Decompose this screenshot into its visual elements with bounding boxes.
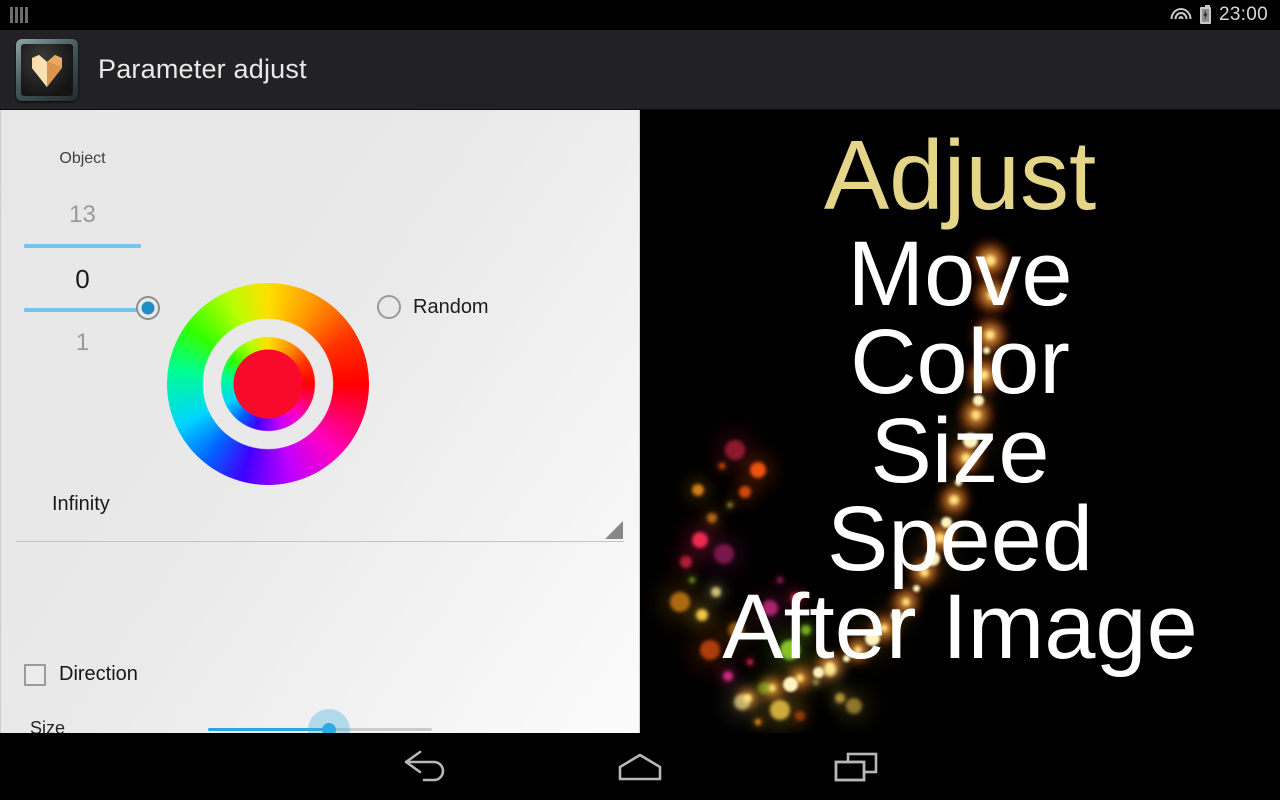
- object-value-above[interactable]: 13: [24, 194, 141, 236]
- splash-line-size: Size: [870, 399, 1050, 502]
- status-bar-left: [10, 7, 28, 23]
- picker-divider-bottom: [24, 308, 141, 312]
- back-icon[interactable]: [398, 750, 450, 789]
- infinity-spinner-value: Infinity: [52, 493, 110, 515]
- signal-bars-icon: [10, 7, 28, 23]
- android-screen: 23:00 Parameter adjust Object 13 0 1 Ran…: [0, 0, 1280, 800]
- object-value-below[interactable]: 1: [24, 322, 141, 364]
- random-radio[interactable]: [377, 295, 401, 319]
- home-icon[interactable]: [614, 751, 666, 788]
- random-radio-row[interactable]: Random: [377, 295, 489, 319]
- picker-divider-top: [24, 244, 141, 248]
- random-radio-label: Random: [413, 295, 489, 318]
- size-slider-thumb[interactable]: [321, 722, 336, 733]
- size-slider-track[interactable]: [208, 722, 432, 733]
- splash-line-adjust: Adjust: [823, 120, 1097, 230]
- object-picker-label: Object: [59, 150, 106, 167]
- dropdown-triangle-icon: [605, 521, 623, 539]
- object-number-picker[interactable]: Object 13 0 1: [24, 150, 141, 364]
- splash-line-speed: Speed: [826, 488, 1094, 591]
- direction-checkbox-label: Direction: [59, 663, 138, 685]
- direction-checkbox-row[interactable]: Direction: [24, 663, 138, 686]
- status-bar-right: 23:00: [1170, 4, 1268, 26]
- selected-color-swatch[interactable]: [233, 349, 303, 419]
- recents-icon[interactable]: [832, 751, 882, 788]
- direction-checkbox[interactable]: [24, 663, 46, 686]
- object-value-selected[interactable]: 0: [24, 258, 141, 300]
- status-bar-clock: 23:00: [1218, 4, 1268, 25]
- splash-line-color: Color: [850, 311, 1070, 414]
- hue-color-wheel[interactable]: [167, 283, 369, 485]
- splash-line-after-image: After Image: [722, 576, 1198, 679]
- battery-charging-icon: [1199, 4, 1211, 24]
- size-slider-label: Size: [30, 718, 66, 733]
- splash-text-block: Adjust Move Color Size Speed After Image: [640, 110, 1280, 733]
- navigation-bar: [0, 733, 1280, 800]
- settings-panel: Object 13 0 1 Random Infinity Direction: [0, 110, 640, 733]
- page-title: Parameter adjust: [98, 54, 307, 84]
- preview-pane[interactable]: Adjust Move Color Size Speed After Image: [640, 110, 1280, 733]
- object-radio[interactable]: [136, 296, 160, 320]
- wifi-icon: [1170, 7, 1192, 23]
- heart-app-icon[interactable]: [16, 38, 78, 101]
- infinity-spinner[interactable]: Infinity: [16, 480, 624, 542]
- heart-icon: [32, 54, 62, 87]
- size-slider-row[interactable]: Size: [0, 710, 639, 733]
- splash-line-move: Move: [847, 223, 1073, 326]
- status-bar: 23:00: [0, 0, 1280, 30]
- action-bar: Parameter adjust: [0, 30, 1280, 110]
